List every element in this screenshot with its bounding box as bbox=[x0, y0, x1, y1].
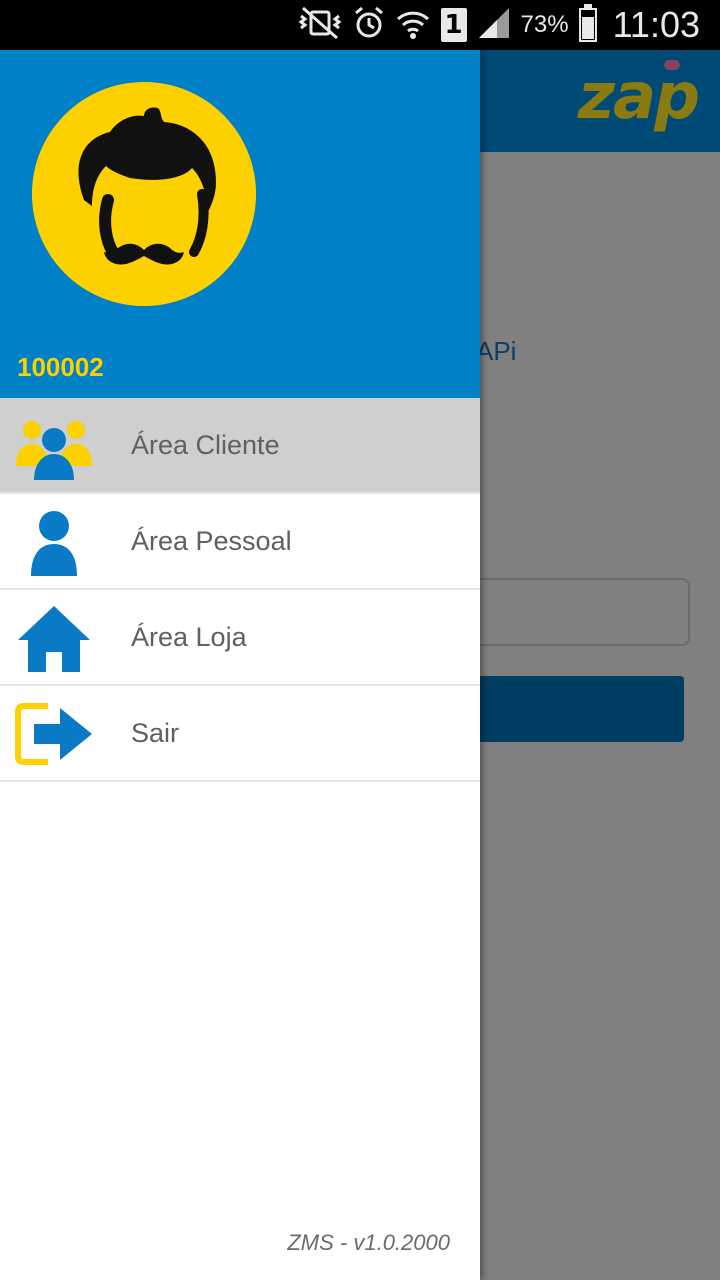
background-label: APi bbox=[476, 336, 517, 366]
drawer-header: 100002 bbox=[0, 50, 480, 398]
battery-icon bbox=[578, 4, 597, 42]
mute-vibrate-icon bbox=[297, 6, 343, 45]
sim-icon: 1 bbox=[440, 8, 467, 42]
user-id: 100002 bbox=[17, 352, 104, 382]
menu-item-sair[interactable]: Sair bbox=[0, 686, 480, 782]
clock: 11:03 bbox=[612, 4, 700, 45]
status-bar: 1 73% 11:03 bbox=[0, 0, 720, 50]
people-group-icon bbox=[14, 408, 94, 484]
app-version: ZMS - v1.0.2000 bbox=[287, 1230, 450, 1255]
menu-item-label: Área Pessoal bbox=[131, 526, 292, 556]
menu-item-label: Área Loja bbox=[131, 622, 247, 652]
navigation-drawer: 100002 Área Cliente Área Pessoal Área Lo… bbox=[0, 50, 480, 1280]
signal-icon bbox=[477, 6, 511, 45]
menu-item-label: Área Cliente bbox=[131, 430, 280, 460]
logout-icon bbox=[14, 696, 94, 772]
menu-item-area-pessoal[interactable]: Área Pessoal bbox=[0, 494, 480, 590]
menu-item-area-loja[interactable]: Área Loja bbox=[0, 590, 480, 686]
person-icon bbox=[14, 504, 94, 580]
menu-item-label: Sair bbox=[131, 718, 180, 748]
status-icons: 1 73% 11:03 bbox=[297, 0, 700, 50]
zap-logo: zap bbox=[577, 60, 700, 134]
wifi-icon bbox=[395, 6, 431, 45]
mustache-avatar-icon bbox=[32, 82, 256, 306]
alarm-icon bbox=[353, 6, 385, 45]
battery-level bbox=[581, 17, 594, 39]
home-icon bbox=[14, 600, 94, 676]
drawer-menu: Área Cliente Área Pessoal Área Loja Sair bbox=[0, 398, 480, 782]
battery-percent: 73% bbox=[520, 11, 569, 38]
menu-item-area-cliente[interactable]: Área Cliente bbox=[0, 398, 480, 494]
